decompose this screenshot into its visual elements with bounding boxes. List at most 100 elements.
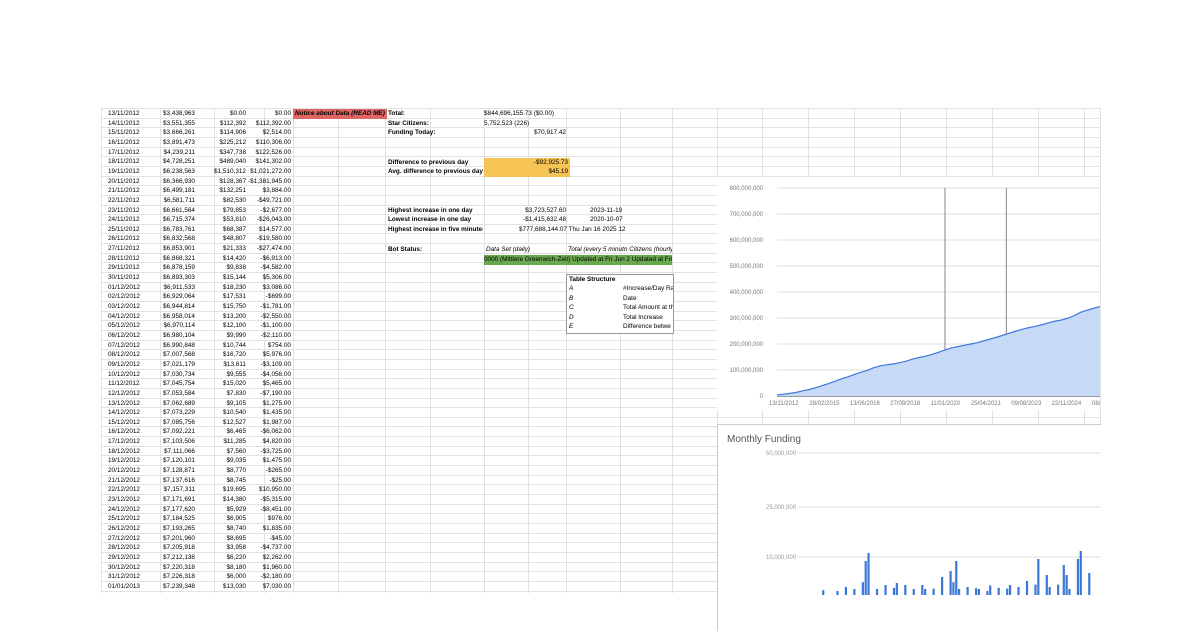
total-cell[interactable]: $7,226,318 (150, 572, 195, 582)
total-cell[interactable]: $7,092,221 (150, 427, 195, 437)
date-cell[interactable]: 31/12/2012 (108, 572, 156, 582)
difference-cell[interactable]: -$1,381,945.00 (238, 177, 291, 187)
difference-cell[interactable]: $4,820.00 (238, 437, 291, 447)
total-cell[interactable]: $6,581,711 (150, 196, 195, 206)
date-cell[interactable]: 23/12/2012 (108, 495, 156, 505)
difference-cell[interactable]: $141,302.00 (238, 157, 291, 167)
total-cell[interactable]: $3,551,355 (150, 119, 195, 129)
date-cell[interactable]: 11/12/2012 (108, 379, 156, 389)
date-cell[interactable]: 13/12/2012 (108, 399, 156, 409)
date-cell[interactable]: 01/12/2012 (108, 283, 156, 293)
total-cell[interactable]: $7,007,568 (150, 350, 195, 360)
difference-cell[interactable]: $1,021,272.00 (238, 167, 291, 177)
difference-cell[interactable]: $10,950.00 (238, 485, 291, 495)
difference-cell[interactable]: $1,987.00 (238, 418, 291, 428)
difference-cell[interactable]: -$49,721.00 (238, 196, 291, 206)
date-cell[interactable]: 30/12/2012 (108, 563, 156, 573)
difference-cell[interactable]: $0.00 (238, 109, 291, 119)
date-cell[interactable]: 03/12/2012 (108, 302, 156, 312)
date-cell[interactable]: 30/11/2012 (108, 273, 156, 283)
difference-cell[interactable]: -$2,550.00 (238, 312, 291, 322)
total-cell[interactable]: $3,666,261 (150, 128, 195, 138)
total-cell[interactable]: $7,239,348 (150, 582, 195, 592)
total-cell[interactable]: $7,045,754 (150, 379, 195, 389)
total-cell[interactable]: $7,201,960 (150, 534, 195, 544)
difference-cell[interactable]: -$2,180.00 (238, 572, 291, 582)
total-cell[interactable]: $7,085,756 (150, 418, 195, 428)
date-cell[interactable]: 09/12/2012 (108, 360, 156, 370)
difference-cell[interactable]: $7,030.00 (238, 582, 291, 592)
difference-cell[interactable]: $1,435.00 (238, 408, 291, 418)
total-cell[interactable]: $7,137,616 (150, 476, 195, 486)
difference-cell[interactable]: -$8,451.00 (238, 505, 291, 515)
date-cell[interactable]: 04/12/2012 (108, 312, 156, 322)
total-cell[interactable]: $6,878,159 (150, 263, 195, 273)
date-cell[interactable]: 19/11/2012 (108, 167, 156, 177)
date-cell[interactable]: 21/11/2012 (108, 186, 156, 196)
difference-cell[interactable]: $2,262.00 (238, 553, 291, 563)
difference-cell[interactable]: -$699.00 (238, 292, 291, 302)
total-cell[interactable]: $4,728,251 (150, 157, 195, 167)
date-cell[interactable]: 05/12/2012 (108, 321, 156, 331)
date-cell[interactable]: 29/12/2012 (108, 553, 156, 563)
total-cell[interactable]: $6,238,563 (150, 167, 195, 177)
total-funding-chart[interactable]: 800,000,000 700,000,000 600,000,000 500,000… (717, 178, 1101, 410)
date-cell[interactable]: 10/12/2012 (108, 370, 156, 380)
date-cell[interactable]: 28/11/2012 (108, 254, 156, 264)
date-cell[interactable]: 06/12/2012 (108, 331, 156, 341)
difference-cell[interactable]: -$19,580.00 (238, 234, 291, 244)
difference-cell[interactable]: -$4,056.00 (238, 370, 291, 380)
monthly-funding-chart[interactable]: Monthly Funding 50,000,000 25,000,000 10,0… (717, 424, 1101, 631)
difference-cell[interactable]: $1,960.00 (238, 563, 291, 573)
date-cell[interactable]: 27/11/2012 (108, 244, 156, 254)
difference-cell[interactable]: -$7,190.00 (238, 389, 291, 399)
total-cell[interactable]: $4,239,211 (150, 148, 195, 158)
date-cell[interactable]: 15/12/2012 (108, 418, 156, 428)
difference-cell[interactable]: -$4,737.00 (238, 543, 291, 553)
difference-cell[interactable]: $1,275.00 (238, 399, 291, 409)
difference-cell[interactable]: -$3,725.00 (238, 447, 291, 457)
total-cell[interactable]: $3,438,963 (150, 109, 195, 119)
total-cell[interactable]: $7,157,311 (150, 485, 195, 495)
total-cell[interactable]: $6,715,374 (150, 215, 195, 225)
date-cell[interactable]: 27/12/2012 (108, 534, 156, 544)
date-cell[interactable]: 07/12/2012 (108, 341, 156, 351)
total-cell[interactable]: $7,128,871 (150, 466, 195, 476)
date-cell[interactable]: 18/12/2012 (108, 447, 156, 457)
total-cell[interactable]: $7,193,265 (150, 524, 195, 534)
date-cell[interactable]: 29/11/2012 (108, 263, 156, 273)
total-cell[interactable]: $6,944,814 (150, 302, 195, 312)
date-cell[interactable]: 16/12/2012 (108, 427, 156, 437)
date-cell[interactable]: 01/01/2013 (108, 582, 156, 592)
difference-cell[interactable]: $5,306.00 (238, 273, 291, 283)
date-cell[interactable]: 15/11/2012 (108, 128, 156, 138)
total-cell[interactable]: $7,171,691 (150, 495, 195, 505)
difference-cell[interactable]: -$5,315.00 (238, 495, 291, 505)
total-cell[interactable]: $6,661,564 (150, 206, 195, 216)
total-cell[interactable]: $7,220,318 (150, 563, 195, 573)
date-cell[interactable]: 25/12/2012 (108, 514, 156, 524)
date-cell[interactable]: 14/11/2012 (108, 119, 156, 129)
difference-cell[interactable]: -$6,062.00 (238, 427, 291, 437)
total-cell[interactable]: $7,212,138 (150, 553, 195, 563)
total-cell[interactable]: $6,970,114 (150, 321, 195, 331)
total-cell[interactable]: $7,177,620 (150, 505, 195, 515)
difference-cell[interactable]: -$26,043.00 (238, 215, 291, 225)
difference-cell[interactable]: -$3,109.00 (238, 360, 291, 370)
date-cell[interactable]: 25/11/2012 (108, 225, 156, 235)
date-cell[interactable]: 17/11/2012 (108, 148, 156, 158)
difference-cell[interactable]: -$1,781.00 (238, 302, 291, 312)
total-cell[interactable]: $6,911,533 (150, 283, 195, 293)
difference-cell[interactable]: -$45.00 (238, 534, 291, 544)
difference-cell[interactable]: -$265.00 (238, 466, 291, 476)
difference-cell[interactable]: -$4,582.00 (238, 263, 291, 273)
total-cell[interactable]: $7,205,918 (150, 543, 195, 553)
date-cell[interactable]: 26/11/2012 (108, 234, 156, 244)
date-cell[interactable]: 24/12/2012 (108, 505, 156, 515)
date-cell[interactable]: 17/12/2012 (108, 437, 156, 447)
total-cell[interactable]: $6,868,321 (150, 254, 195, 264)
total-cell[interactable]: $7,184,525 (150, 514, 195, 524)
date-cell[interactable]: 12/12/2012 (108, 389, 156, 399)
difference-cell[interactable]: $122,526.00 (238, 148, 291, 158)
difference-cell[interactable]: $3,884.00 (238, 186, 291, 196)
